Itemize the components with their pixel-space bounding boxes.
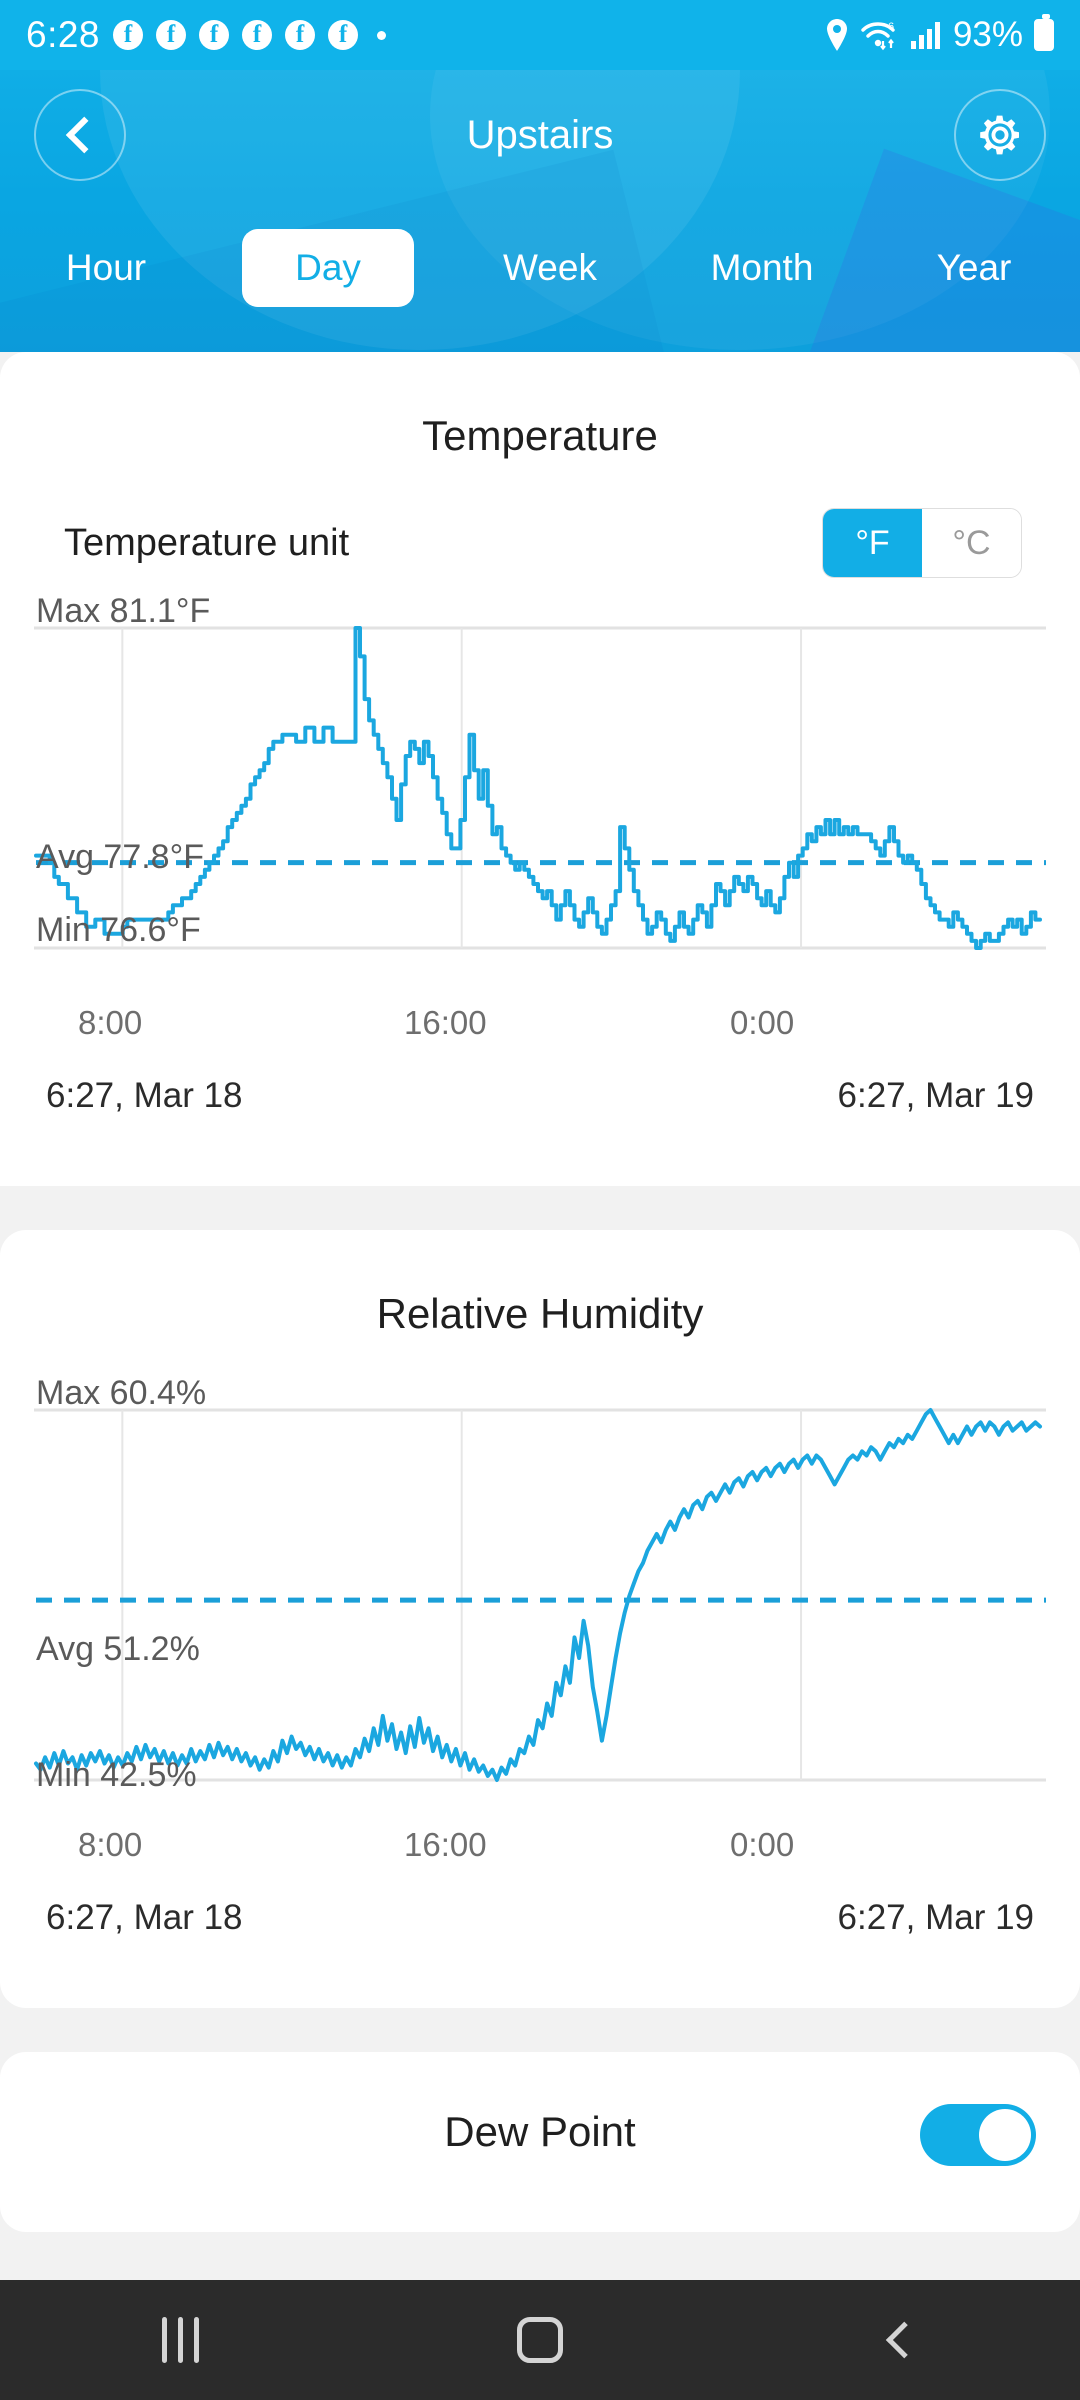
wifi-6-icon: 6	[861, 21, 895, 51]
card-gap-1	[0, 1186, 1080, 1230]
temperature-card: Temperature Temperature unit °F °C Max 8…	[0, 352, 1080, 1186]
temperature-min-label: Min 76.6°F	[36, 911, 201, 949]
dew-point-card: Dew Point	[0, 2052, 1080, 2232]
humidity-range-end: 6:27, Mar 19	[837, 1898, 1035, 1937]
back-icon	[885, 2321, 923, 2359]
temperature-x-axis: 8:00 16:00 0:00	[0, 1004, 1080, 1060]
range-tabs[interactable]: Hour Day Week Month Year	[0, 218, 1080, 318]
humidity-card-spacer	[0, 1938, 1080, 2008]
cellular-signal-icon	[910, 22, 940, 49]
facebook-icon: f	[156, 20, 187, 50]
temperature-range-end: 6:27, Mar 19	[837, 1076, 1035, 1115]
back-button-nav[interactable]	[720, 2321, 1080, 2359]
temperature-card-spacer	[0, 1116, 1080, 1186]
location-pin-icon	[826, 19, 847, 51]
facebook-icon: f	[113, 20, 144, 50]
page-title: Upstairs	[466, 112, 614, 157]
battery-icon	[1034, 14, 1054, 51]
unit-option-fahrenheit[interactable]: °F	[823, 509, 922, 577]
tab-day[interactable]: Day	[242, 229, 414, 307]
temperature-chart[interactable]: Max 81.1°F Avg 77.8°F Min 76.6°F 8:00 16…	[0, 578, 1080, 1116]
unit-option-celsius[interactable]: °C	[922, 509, 1021, 577]
status-time: 6:28	[26, 14, 101, 55]
status-bar-right: 6 93%	[824, 14, 1054, 55]
tab-month[interactable]: Month	[656, 229, 868, 307]
temperature-card-title: Temperature	[422, 412, 658, 459]
temperature-avg-label: Avg 77.8°F	[36, 838, 204, 876]
card-gap-2	[0, 2008, 1080, 2052]
recents-icon	[161, 2317, 199, 2363]
x-tick-0800: 8:00	[78, 1826, 143, 1863]
humidity-x-axis: 8:00 16:00 0:00	[0, 1826, 1080, 1882]
home-button[interactable]	[360, 2317, 720, 2363]
temperature-range-start: 6:27, Mar 18	[46, 1076, 243, 1115]
humidity-card-title: Relative Humidity	[376, 1290, 704, 1337]
temperature-unit-row: Temperature unit °F °C	[0, 460, 1080, 578]
status-bar-left: 6:28 f f f f f f	[26, 14, 387, 56]
gear-icon	[980, 115, 1019, 155]
toggle-knob	[979, 2109, 1031, 2161]
humidity-range-row: 6:27, Mar 18 6:27, Mar 19	[0, 1882, 1080, 1938]
facebook-icon: f	[199, 20, 230, 50]
humidity-range-start: 6:27, Mar 18	[46, 1898, 243, 1937]
back-chevron-icon	[65, 116, 103, 154]
humidity-chart[interactable]: Max 60.4% Avg 51.2% Min 42.5% 8:00 16:00…	[0, 1360, 1080, 1938]
screen-root: 6:28 f f f f f f 6 93% Upstairs Hour Day…	[0, 0, 1080, 2400]
humidity-card: Relative Humidity Max 60.4% Avg 51.2% Mi…	[0, 1230, 1080, 2008]
back-button[interactable]	[34, 89, 126, 181]
more-notifications-dot-icon	[377, 30, 387, 40]
humidity-max-label: Max 60.4%	[36, 1374, 207, 1412]
humidity-chart-svg	[34, 1408, 1046, 1782]
humidity-min-label: Min 42.5%	[36, 1756, 197, 1794]
facebook-icon: f	[328, 20, 359, 50]
settings-button[interactable]	[954, 89, 1046, 181]
facebook-icon: f	[285, 20, 316, 50]
dew-point-title: Dew Point	[444, 2108, 636, 2155]
temperature-range-row: 6:27, Mar 18 6:27, Mar 19	[0, 1060, 1080, 1116]
scroll-content[interactable]: Temperature Temperature unit °F °C Max 8…	[0, 352, 1080, 2400]
temperature-unit-toggle[interactable]: °F °C	[822, 508, 1022, 578]
humidity-avg-label: Avg 51.2%	[36, 1630, 200, 1668]
x-tick-0800: 8:00	[78, 1004, 143, 1041]
tab-week[interactable]: Week	[444, 229, 656, 307]
x-tick-0000: 0:00	[730, 1826, 795, 1863]
svg-text:6: 6	[888, 21, 894, 33]
battery-percent: 93%	[952, 15, 1023, 54]
x-tick-0000: 0:00	[730, 1004, 795, 1041]
x-tick-1600: 16:00	[404, 1826, 487, 1863]
android-nav-bar[interactable]	[0, 2280, 1080, 2400]
temperature-max-label: Max 81.1°F	[36, 592, 211, 630]
recents-button[interactable]	[0, 2317, 360, 2363]
app-bar: Upstairs	[0, 80, 1080, 190]
facebook-icon: f	[242, 20, 273, 50]
home-icon	[517, 2317, 563, 2363]
app-header: 6:28 f f f f f f 6 93% Upstairs Hour Day…	[0, 0, 1080, 360]
x-tick-1600: 16:00	[404, 1004, 487, 1041]
dew-point-toggle[interactable]	[920, 2104, 1036, 2166]
tab-year[interactable]: Year	[868, 229, 1080, 307]
tab-hour[interactable]: Hour	[0, 229, 212, 307]
temperature-unit-label: Temperature unit	[64, 521, 350, 564]
status-bar: 6:28 f f f f f f 6 93%	[0, 0, 1080, 70]
